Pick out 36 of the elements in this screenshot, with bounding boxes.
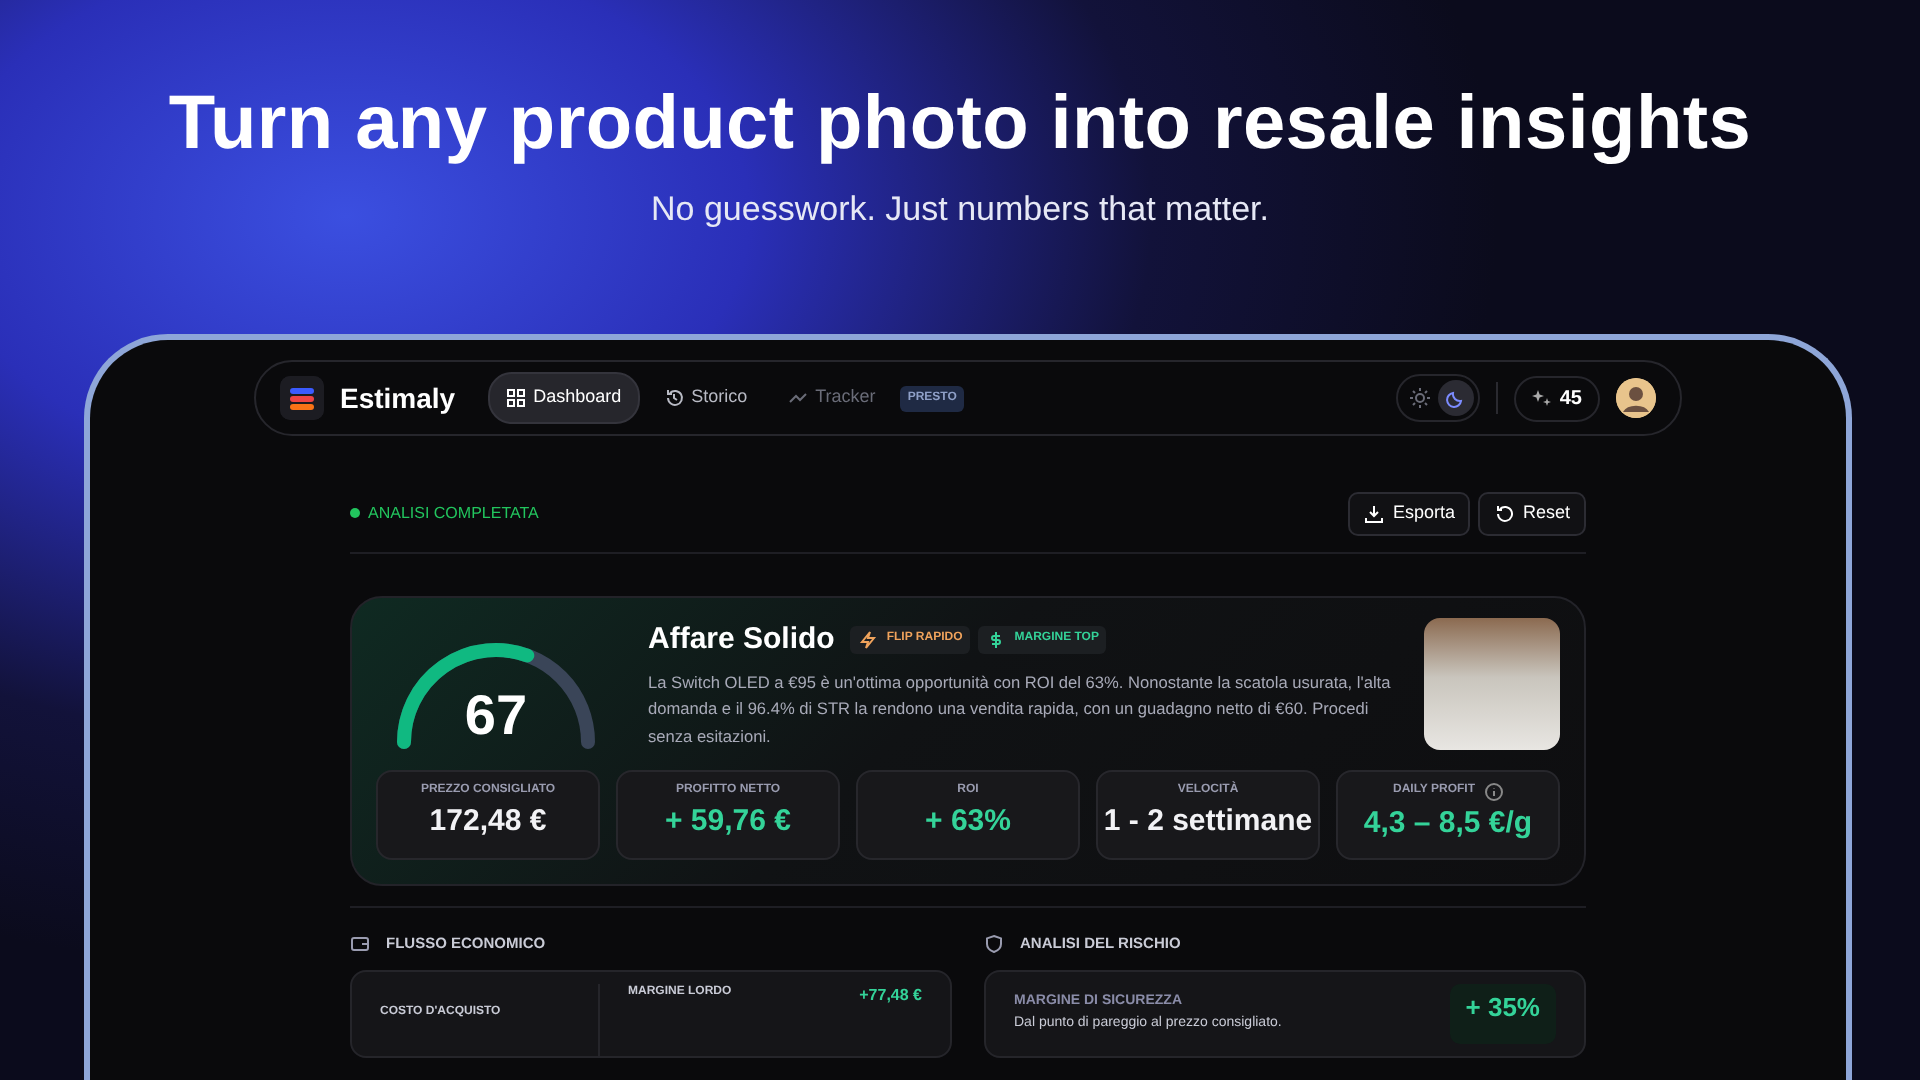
moon-icon bbox=[1445, 388, 1466, 409]
headline: Turn any product photo into resale insights bbox=[166, 80, 1754, 170]
subheadline: No guesswork. Just numbers that matter. bbox=[649, 187, 1271, 232]
margin-value: +77,48 € bbox=[859, 984, 922, 1009]
dollar-icon bbox=[986, 629, 1007, 650]
safety-value: + 35% bbox=[1449, 984, 1556, 1045]
verdict-title: Affare Solido bbox=[648, 619, 835, 660]
verdict-description: La Switch OLED a €95 è un'ottima opportunità con ROI del 63%. Nonostante la scatola usurata, l'alta domanda e il 96.4% di STR la rendono una vendita rapida, con un guadagno netto di €60. Procedi senza esitazioni. bbox=[648, 670, 1392, 750]
shield-icon bbox=[984, 933, 1004, 954]
info-icon bbox=[1483, 781, 1503, 802]
metric-value: 4,3 – 8,5 €/g bbox=[1361, 803, 1535, 844]
export-button[interactable]: Esporta bbox=[1348, 492, 1471, 536]
theme-toggle[interactable] bbox=[1395, 374, 1480, 423]
photo-placeholder bbox=[1424, 617, 1560, 750]
nav-tab[interactable]: Dashboard bbox=[487, 372, 640, 424]
score-value: 67 bbox=[462, 681, 530, 750]
metric-value: + 63% bbox=[923, 801, 1013, 842]
status-label: ANALISI COMPLETATA bbox=[368, 501, 539, 526]
bolt-icon bbox=[858, 629, 879, 650]
history-icon bbox=[663, 388, 684, 409]
sparkle-icon bbox=[1531, 388, 1552, 409]
status-dot bbox=[350, 508, 360, 519]
reset-button[interactable]: Reset bbox=[1478, 492, 1586, 536]
metric-value: 1 - 2 settimane bbox=[1102, 801, 1314, 842]
metric-value: 172,48 € bbox=[427, 801, 549, 842]
reset-icon bbox=[1494, 503, 1515, 524]
avatar-icon[interactable] bbox=[1616, 378, 1656, 419]
wallet-icon bbox=[350, 933, 370, 954]
nav-tab[interactable]: Storico bbox=[647, 374, 764, 422]
brand-name: Estimaly bbox=[340, 379, 456, 418]
credits-count: 45 bbox=[1559, 385, 1582, 414]
credits-counter[interactable]: 45 bbox=[1513, 375, 1600, 422]
download-icon bbox=[1364, 503, 1385, 524]
sun-icon bbox=[1409, 388, 1430, 409]
metric-value: + 59,76 € bbox=[663, 801, 793, 842]
grid-icon bbox=[505, 388, 526, 409]
